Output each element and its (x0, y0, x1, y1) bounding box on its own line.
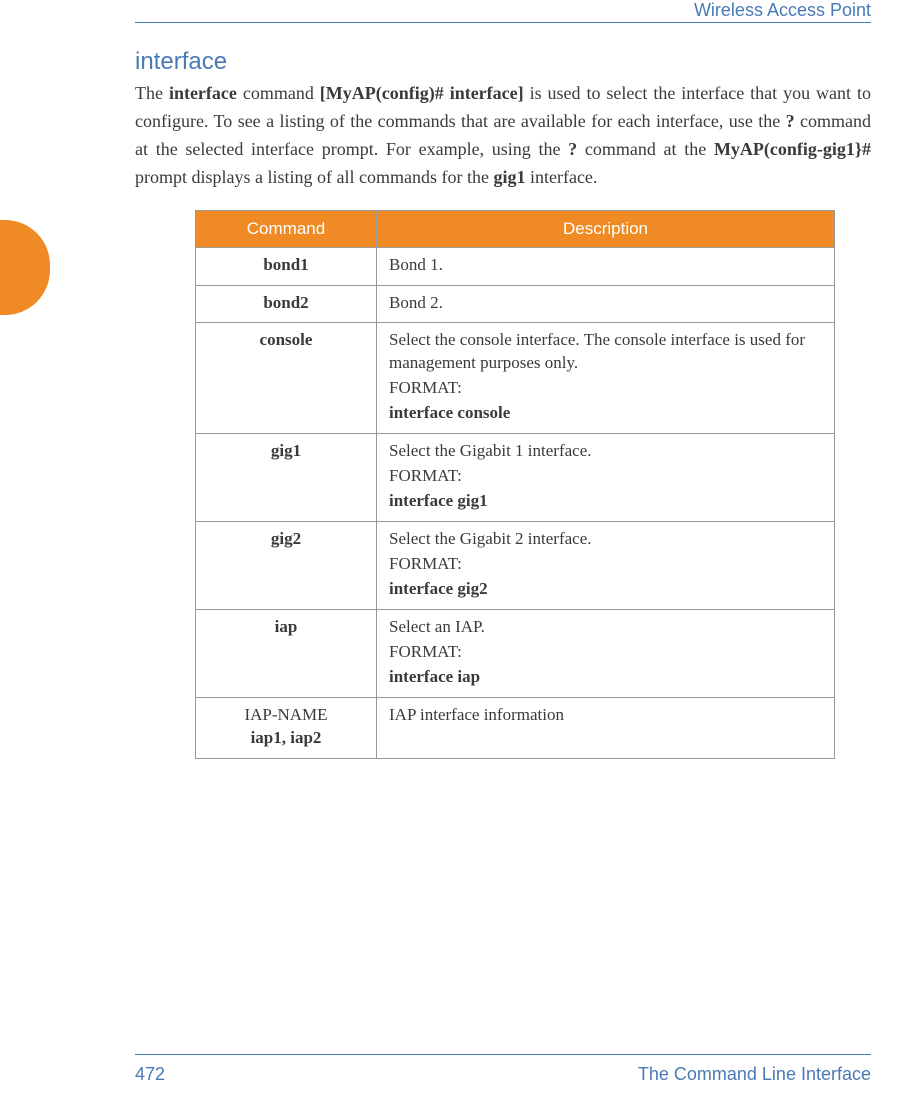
desc-text: Select the Gigabit 1 interface. (389, 440, 822, 463)
desc-format-label: FORMAT: (389, 465, 822, 488)
col-header-command: Command (196, 210, 377, 247)
cmd-cell: gig2 (196, 522, 377, 610)
running-header: Wireless Access Point (694, 0, 871, 21)
content-area: interface The interface command [MyAP(co… (135, 48, 871, 759)
intro-paragraph: The interface command [MyAP(config)# int… (135, 80, 871, 192)
header-rule (135, 22, 871, 23)
footer-rule (135, 1054, 871, 1055)
desc-format-label: FORMAT: (389, 553, 822, 576)
intro-bold: gig1 (493, 167, 525, 187)
desc-text: Select the console interface. The consol… (389, 329, 822, 375)
table-row: console Select the console interface. Th… (196, 323, 835, 434)
intro-bold: interface (169, 83, 237, 103)
table-row: bond2 Bond 2. (196, 285, 835, 323)
desc-cell: IAP interface information (377, 697, 835, 758)
cmd-cell: iap (196, 609, 377, 697)
desc-format-value: interface gig1 (389, 490, 822, 513)
cmd-sub: iap1, iap2 (208, 727, 364, 750)
intro-bold: ? (568, 139, 577, 159)
command-table: Command Description bond1 Bond 1. bond2 … (195, 210, 835, 759)
desc-format-value: interface console (389, 402, 822, 425)
desc-text: Select an IAP. (389, 616, 822, 639)
col-header-description: Description (377, 210, 835, 247)
intro-text: prompt displays a listing of all command… (135, 167, 493, 187)
table-header-row: Command Description (196, 210, 835, 247)
desc-format-label: FORMAT: (389, 641, 822, 664)
section-title: interface (135, 48, 871, 76)
desc-format-value: interface iap (389, 666, 822, 689)
intro-bold: ? (786, 111, 795, 131)
table-row: gig1 Select the Gigabit 1 interface. FOR… (196, 434, 835, 522)
intro-text: command at the (577, 139, 714, 159)
cmd-cell: gig1 (196, 434, 377, 522)
table-row: iap Select an IAP. FORMAT: interface iap (196, 609, 835, 697)
desc-cell: Select the Gigabit 1 interface. FORMAT: … (377, 434, 835, 522)
table-row: bond1 Bond 1. (196, 247, 835, 285)
desc-cell: Select the Gigabit 2 interface. FORMAT: … (377, 522, 835, 610)
desc-format-value: interface gig2 (389, 578, 822, 601)
intro-text: command (237, 83, 320, 103)
intro-bold: [MyAP(config)# interface] (320, 83, 524, 103)
cmd-cell: bond2 (196, 285, 377, 323)
cmd-cell: IAP-NAME iap1, iap2 (196, 697, 377, 758)
intro-bold: MyAP(config-gig1}# (714, 139, 871, 159)
intro-text: The (135, 83, 169, 103)
desc-cell: Bond 1. (377, 247, 835, 285)
desc-text: Select the Gigabit 2 interface. (389, 528, 822, 551)
desc-cell: Select an IAP. FORMAT: interface iap (377, 609, 835, 697)
table-row: gig2 Select the Gigabit 2 interface. FOR… (196, 522, 835, 610)
desc-format-label: FORMAT: (389, 377, 822, 400)
side-tab-decoration (0, 220, 50, 315)
table-row: IAP-NAME iap1, iap2 IAP interface inform… (196, 697, 835, 758)
cmd-main: IAP-NAME (208, 704, 364, 727)
desc-cell: Select the console interface. The consol… (377, 323, 835, 434)
intro-text: interface. (525, 167, 597, 187)
cmd-cell: console (196, 323, 377, 434)
footer-section: The Command Line Interface (638, 1064, 871, 1085)
page: Wireless Access Point interface The inte… (0, 0, 901, 1110)
page-number: 472 (135, 1064, 165, 1085)
desc-cell: Bond 2. (377, 285, 835, 323)
cmd-cell: bond1 (196, 247, 377, 285)
